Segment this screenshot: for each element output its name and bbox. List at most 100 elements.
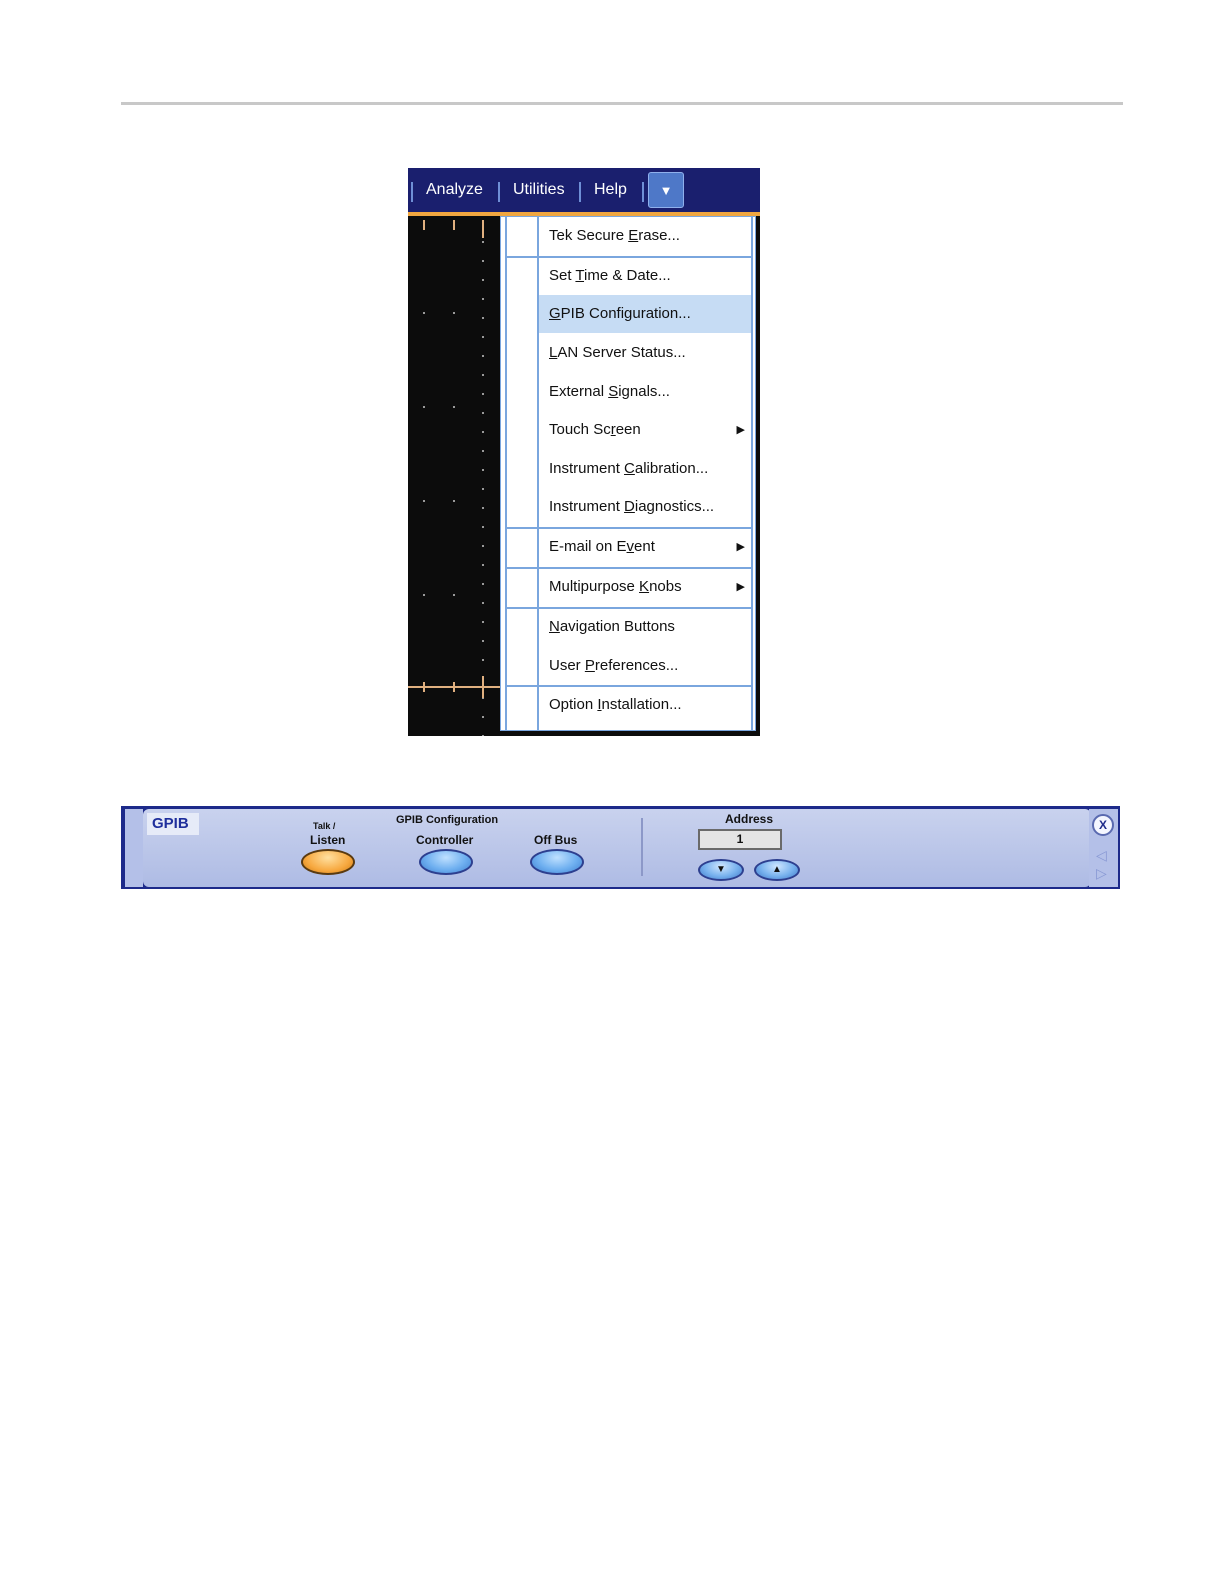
graticule-dot (423, 406, 425, 408)
graticule-dot (482, 298, 484, 300)
menubar-separator (579, 182, 581, 202)
graticule-dot (482, 659, 484, 661)
menu-item-label: LAN Server Status... (549, 344, 686, 361)
menu-right-edge (751, 217, 753, 730)
menu-item-label: Instrument Calibration... (549, 460, 709, 477)
graticule-dot (482, 241, 484, 243)
submenu-arrow-icon: ▶ (736, 424, 745, 436)
address-label: Address (725, 812, 774, 826)
address-field[interactable]: 1 (698, 829, 782, 850)
page-top-rule (121, 102, 1123, 105)
talk-listen-top-label: Talk / (313, 821, 336, 831)
graticule-dot (482, 735, 484, 736)
menu-item[interactable]: Touch Screen ▶ (539, 411, 751, 449)
graticule-dot (453, 312, 455, 314)
graticule-dot (482, 621, 484, 623)
submenu-arrow-icon: ▶ (736, 581, 745, 593)
menu-item[interactable]: LAN Server Status... (539, 334, 751, 372)
panel-grip[interactable] (125, 809, 143, 887)
graticule-dot (423, 594, 425, 596)
graticule-dot (453, 406, 455, 408)
menu-item-label: Instrument Diagnostics... (549, 498, 715, 515)
arrow-right-icon[interactable]: ▷ (1096, 866, 1107, 880)
arrow-up-icon: ▲ (772, 864, 782, 875)
panel-divider (641, 818, 643, 876)
graticule-dot (482, 488, 484, 490)
graticule-dot (482, 583, 484, 585)
graticule-dot (482, 450, 484, 452)
menubar-separator (411, 182, 413, 202)
menubar: Analyze Utilities Help ▼ (408, 168, 760, 216)
controller-button[interactable] (419, 849, 473, 875)
menu-item-label: GPIB Configuration... (549, 305, 691, 322)
menu-item[interactable]: Set Time & Date... (539, 257, 751, 295)
menu-help[interactable]: Help (594, 181, 627, 199)
panel-body (143, 809, 1091, 887)
menu-item[interactable]: Multipurpose Knobs ▶ (539, 568, 751, 606)
graticule-dot (453, 594, 455, 596)
menubar-separator (642, 182, 644, 202)
menu-gutter-line (505, 217, 507, 730)
chevron-down-icon: ▼ (659, 183, 673, 198)
graticule-tick (423, 220, 425, 230)
graticule-dot (482, 393, 484, 395)
menu-item[interactable]: Tek Secure Erase... (539, 217, 751, 255)
menu-item-label: Set Time & Date... (549, 267, 671, 284)
graticule-dot (482, 336, 484, 338)
menu-item[interactable]: GPIB Configuration... (539, 295, 751, 333)
graticule-tick (423, 682, 425, 692)
graticule-dot (482, 545, 484, 547)
menu-item[interactable]: Instrument Calibration... (539, 450, 751, 488)
group-title: GPIB Configuration (396, 814, 499, 826)
menu-item-label: Option Installation... (549, 696, 682, 713)
menu-item-label: External Signals... (549, 383, 670, 400)
graticule-dot (482, 431, 484, 433)
menu-analyze[interactable]: Analyze (426, 181, 483, 199)
menu-item-label: User Preferences... (549, 657, 679, 674)
graticule-dot (482, 564, 484, 566)
menu-utilities[interactable]: Utilities (513, 181, 565, 199)
off-bus-button[interactable] (530, 849, 584, 875)
utilities-dropdown: Tek Secure Erase... Set Time & Date... GPI… (500, 216, 756, 731)
address-increment-button[interactable]: ▲ (754, 859, 800, 881)
address-decrement-button[interactable]: ▼ (698, 859, 744, 881)
menu-item-label: Multipurpose Knobs (549, 578, 682, 595)
menu-item-label: Tek Secure Erase... (549, 227, 680, 244)
menu-item-label: Touch Screen (549, 421, 641, 438)
controller-label: Controller (416, 833, 474, 847)
menu-item[interactable]: User Preferences... (539, 647, 751, 685)
graticule-tick (453, 220, 455, 230)
graticule-dot (482, 279, 484, 281)
graticule-dot (453, 500, 455, 502)
menu-item[interactable]: Instrument Diagnostics... (539, 488, 751, 526)
graticule-dot (482, 317, 484, 319)
menu-item-label: Navigation Buttons (549, 618, 675, 635)
graticule-dot (423, 312, 425, 314)
graticule-tick (453, 682, 455, 692)
menu-item[interactable]: Option Installation... (539, 686, 751, 724)
graticule-tick (482, 220, 484, 238)
graticule-dot (482, 526, 484, 528)
menubar-separator (498, 182, 500, 202)
graticule-dot (482, 412, 484, 414)
arrow-left-icon[interactable]: ◁ (1096, 848, 1107, 862)
gpib-control-panel (121, 806, 1120, 889)
graticule-dot (482, 469, 484, 471)
graticule-dot (482, 355, 484, 357)
graticule-dot (482, 260, 484, 262)
scope-graticule (408, 216, 500, 736)
menu-item-label: E-mail on Event (549, 538, 655, 555)
graticule-dot (482, 602, 484, 604)
graticule-dot (423, 500, 425, 502)
close-button[interactable]: X (1092, 814, 1114, 836)
menu-item[interactable]: Navigation Buttons (539, 608, 751, 646)
menu-screenshot: Analyze Utilities Help ▼ Tek Secure Eras… (408, 168, 760, 736)
menu-more-button[interactable]: ▼ (648, 172, 684, 208)
menu-item[interactable]: External Signals... (539, 373, 751, 411)
graticule-dot (482, 716, 484, 718)
panel-title-tab: GPIB (147, 813, 199, 835)
talk-listen-label: Listen (310, 833, 346, 847)
menu-item[interactable]: E-mail on Event ▶ (539, 528, 751, 566)
talk-listen-button[interactable] (301, 849, 355, 875)
arrow-down-icon: ▼ (716, 864, 726, 875)
